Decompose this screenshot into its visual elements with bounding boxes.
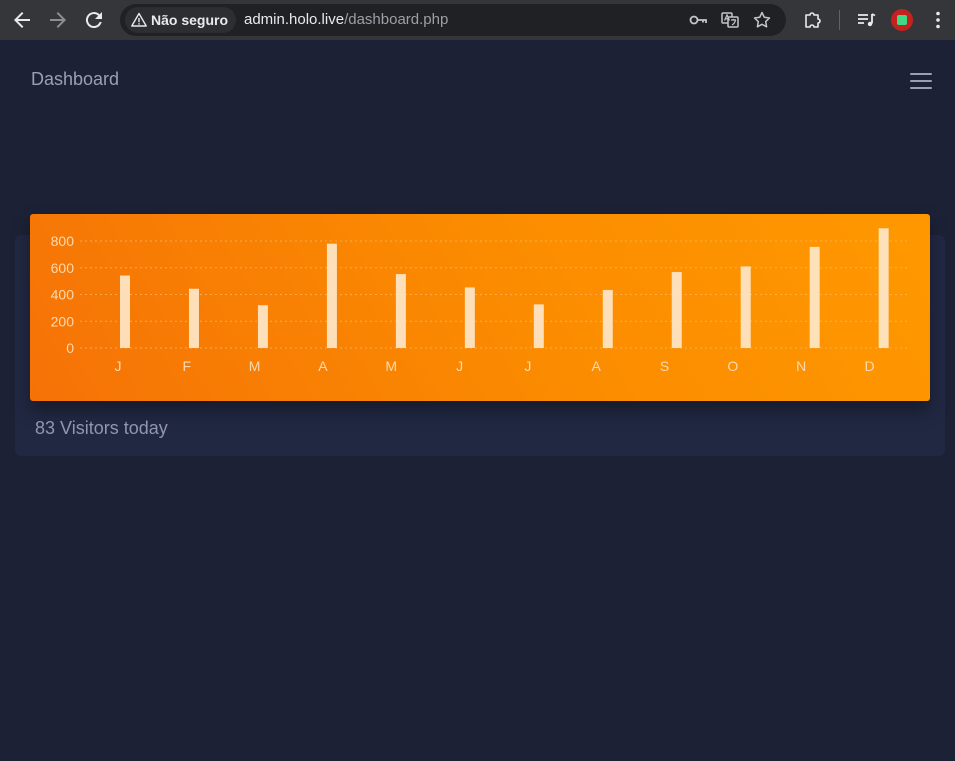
y-tick-label: 200 bbox=[51, 313, 75, 329]
y-tick-label: 600 bbox=[51, 260, 75, 276]
y-tick-label: 400 bbox=[51, 287, 75, 303]
x-tick-label: J bbox=[524, 358, 531, 374]
url-host: admin.holo.live bbox=[244, 11, 345, 28]
bar-5[interactable] bbox=[464, 287, 475, 348]
key-icon[interactable] bbox=[688, 10, 708, 30]
x-tick-label: M bbox=[249, 358, 261, 374]
x-tick-label: D bbox=[864, 358, 874, 374]
url-text[interactable]: admin.holo.live/dashboard.php bbox=[244, 11, 448, 28]
security-label: Não seguro bbox=[151, 12, 229, 28]
media-control-icon[interactable] bbox=[855, 9, 877, 31]
page-title[interactable]: Dashboard bbox=[31, 69, 119, 90]
bar-2[interactable] bbox=[257, 305, 268, 348]
x-tick-label: J bbox=[456, 358, 463, 374]
more-menu-icon[interactable] bbox=[927, 9, 949, 31]
bar-chart-svg: 800 600 400 200 0 J F M A M J J A S O N D bbox=[51, 228, 910, 374]
warning-icon bbox=[131, 12, 147, 27]
bar-7[interactable] bbox=[602, 289, 613, 348]
bar-8[interactable] bbox=[671, 272, 682, 348]
y-tick-label: 800 bbox=[51, 233, 75, 249]
address-bar[interactable]: Não seguro admin.holo.live/dashboard.php bbox=[120, 4, 786, 36]
hamburger-menu-icon[interactable] bbox=[908, 71, 934, 91]
x-tick-label: M bbox=[385, 358, 397, 374]
bar-9[interactable] bbox=[740, 266, 751, 348]
visitors-chart: 800 600 400 200 0 J F M A M J J A S O N D bbox=[30, 214, 930, 401]
reload-icon[interactable] bbox=[82, 8, 106, 32]
translate-icon[interactable] bbox=[720, 10, 740, 30]
bar-10[interactable] bbox=[809, 246, 820, 348]
navbar: Dashboard bbox=[0, 44, 955, 114]
bar-4[interactable] bbox=[395, 274, 406, 348]
bar-3[interactable] bbox=[326, 243, 337, 348]
toolbar-divider bbox=[839, 10, 840, 30]
browser-toolbar: Não seguro admin.holo.live/dashboard.php bbox=[0, 0, 955, 40]
profile-avatar[interactable] bbox=[891, 9, 913, 31]
visitors-today-text: 83 Visitors today bbox=[35, 418, 168, 438]
back-arrow-icon[interactable] bbox=[10, 8, 34, 32]
url-path: /dashboard.php bbox=[344, 11, 449, 28]
x-tick-label: O bbox=[727, 358, 738, 374]
forward-arrow-icon[interactable] bbox=[46, 8, 70, 32]
x-tick-label: F bbox=[183, 358, 192, 374]
y-tick-label: 0 bbox=[66, 340, 74, 356]
x-tick-label: A bbox=[318, 358, 328, 374]
x-tick-label: N bbox=[796, 358, 806, 374]
extensions-icon[interactable] bbox=[802, 9, 824, 31]
x-tick-label: J bbox=[115, 358, 122, 374]
security-chip[interactable]: Não seguro bbox=[125, 7, 237, 33]
x-tick-label: A bbox=[592, 358, 602, 374]
bar-6[interactable] bbox=[533, 304, 544, 348]
bar-0[interactable] bbox=[120, 275, 130, 348]
bar-11[interactable] bbox=[878, 228, 889, 348]
bar-1[interactable] bbox=[188, 288, 199, 348]
android-icon bbox=[897, 15, 907, 25]
bookmark-star-icon[interactable] bbox=[752, 10, 772, 30]
x-tick-label: S bbox=[660, 358, 669, 374]
